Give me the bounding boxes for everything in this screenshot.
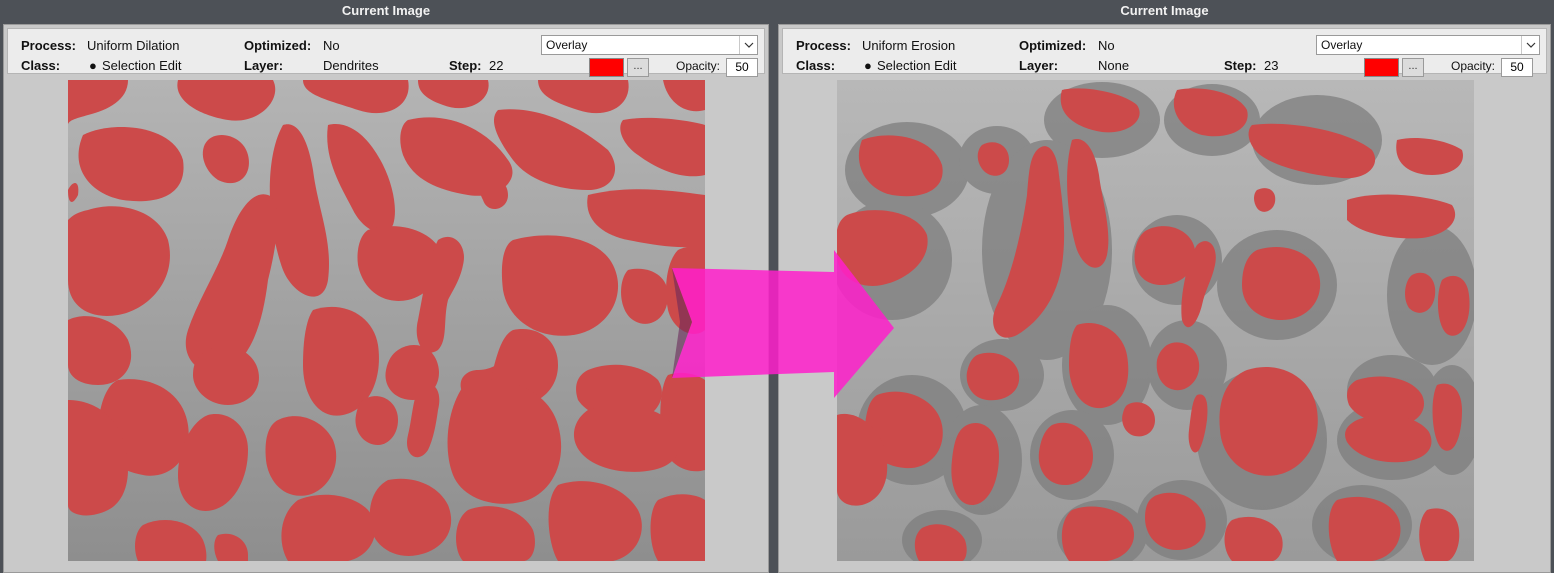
step-label: Step:	[1224, 58, 1257, 73]
eroded-image[interactable]	[837, 80, 1474, 561]
layer-value: None	[1098, 58, 1130, 73]
app-window: Current Image Process: Uniform Dilation …	[0, 0, 1554, 573]
display-mode-value: Overlay	[546, 38, 588, 52]
layer-label: Layer:	[244, 58, 284, 73]
class-label: Class:	[796, 58, 836, 73]
process-value: Uniform Erosion	[862, 38, 956, 53]
layer-label: Layer:	[1019, 58, 1059, 73]
optimized-value: No	[323, 38, 340, 53]
bullet-icon: ●	[864, 58, 872, 73]
layer-value: Dendrites	[323, 58, 379, 73]
process-label: Process:	[796, 38, 851, 53]
bullet-icon: ●	[89, 58, 97, 73]
process-label: Process:	[21, 38, 76, 53]
optimized-label: Optimized:	[1019, 38, 1087, 53]
chevron-down-icon[interactable]	[1521, 36, 1539, 54]
step-label: Step:	[449, 58, 482, 73]
step-value: 22	[489, 58, 504, 73]
step-value: 23	[1264, 58, 1279, 73]
pane-title: Current Image	[0, 0, 772, 22]
optimized-value: No	[1098, 38, 1115, 53]
class-value: Selection Edit	[102, 58, 182, 73]
process-value: Uniform Dilation	[87, 38, 180, 53]
image-panel: Process: Uniform Dilation Optimized: No …	[3, 24, 769, 573]
info-bar: Process: Uniform Dilation Optimized: No …	[7, 28, 765, 77]
opacity-label: Opacity:	[676, 59, 721, 73]
image-panel: Process: Uniform Erosion Optimized: No C…	[778, 24, 1551, 573]
chevron-down-icon[interactable]	[739, 36, 757, 54]
opacity-label: Opacity:	[1451, 59, 1496, 73]
color-picker-button[interactable]: ...	[627, 58, 649, 77]
pane-title: Current Image	[775, 0, 1554, 22]
overlay-color-swatch[interactable]	[589, 58, 624, 77]
display-mode-value: Overlay	[1321, 38, 1363, 52]
color-picker-button[interactable]: ...	[1402, 58, 1424, 77]
opacity-input[interactable]: 50	[726, 58, 758, 77]
class-label: Class:	[21, 58, 61, 73]
dilated-image[interactable]	[68, 80, 705, 561]
left-image-pane: Current Image Process: Uniform Dilation …	[0, 0, 772, 573]
display-mode-select[interactable]: Overlay	[541, 35, 758, 55]
info-bar: Process: Uniform Erosion Optimized: No C…	[782, 28, 1547, 77]
opacity-input[interactable]: 50	[1501, 58, 1533, 77]
class-value: Selection Edit	[877, 58, 957, 73]
optimized-label: Optimized:	[244, 38, 312, 53]
overlay-color-swatch[interactable]	[1364, 58, 1399, 77]
display-mode-select[interactable]: Overlay	[1316, 35, 1540, 55]
right-image-pane: Current Image Process: Uniform Erosion O…	[775, 0, 1554, 573]
